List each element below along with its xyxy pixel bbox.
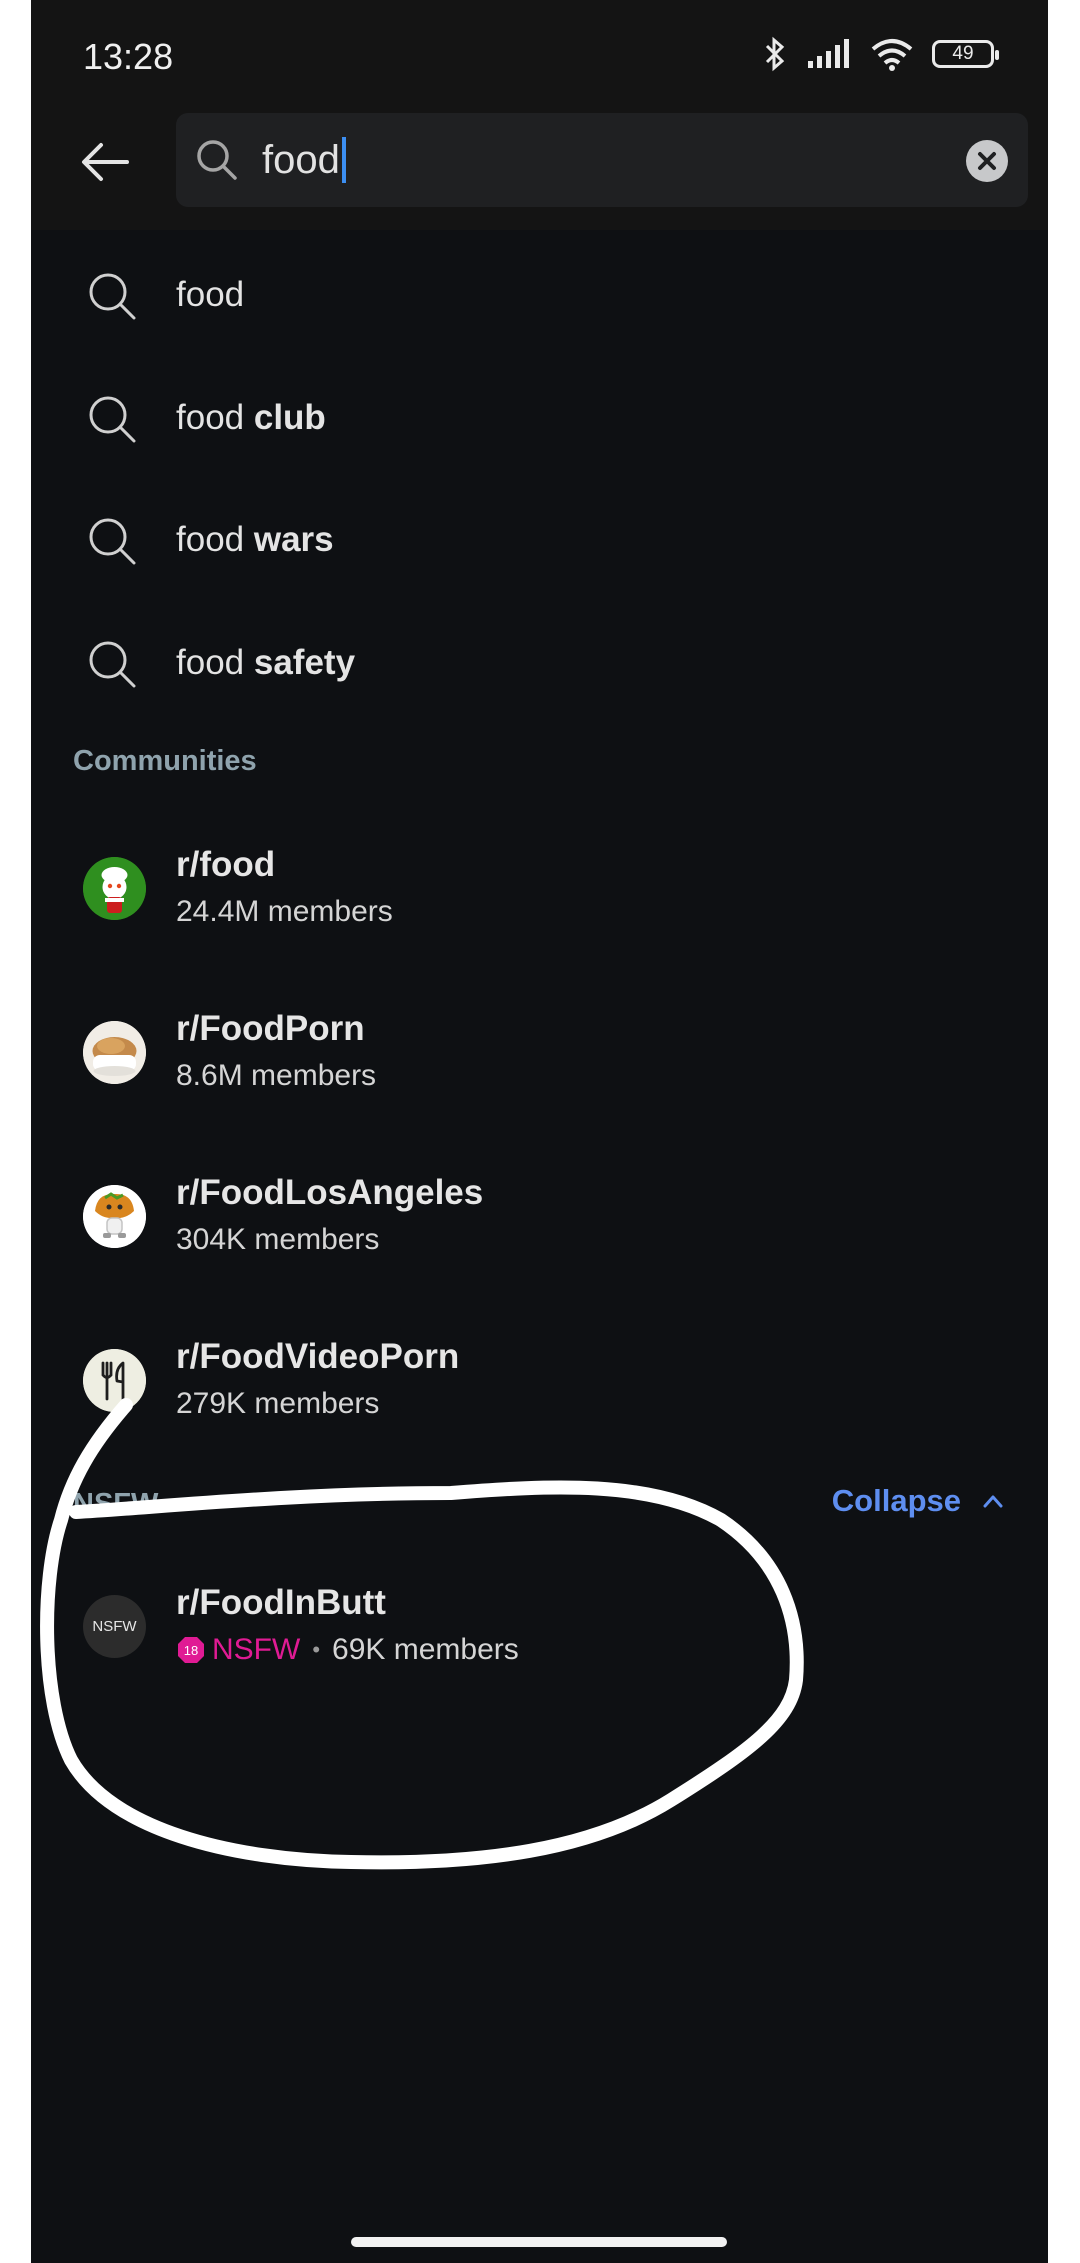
collapse-label: Collapse: [831, 1483, 961, 1518]
community-name: r/food: [176, 845, 276, 884]
community-avatar: [83, 1349, 146, 1412]
search-icon: [89, 641, 136, 688]
battery-icon: 49: [932, 40, 999, 68]
community-avatar: [83, 1021, 146, 1084]
status-icons: 49: [760, 36, 999, 72]
search-suggestion[interactable]: food club: [31, 368, 1048, 468]
suggestion-text: food safety: [176, 643, 356, 682]
community-avatar: [83, 857, 146, 920]
search-input-value: food: [262, 137, 340, 182]
search-suggestion[interactable]: food safety: [31, 613, 1048, 713]
community-name: r/FoodLosAngeles: [176, 1173, 484, 1212]
nsfw-badge-number: 18: [184, 1643, 198, 1658]
back-arrow-icon: [82, 143, 129, 181]
search-input[interactable]: food: [262, 133, 346, 187]
nsfw-community-avatar: NSFW: [83, 1595, 146, 1658]
bluetooth-icon: [765, 36, 785, 72]
suggestion-text: food club: [176, 398, 326, 437]
search-suggestion[interactable]: food: [31, 245, 1048, 345]
nsfw-avatar-text: NSFW: [92, 1618, 137, 1635]
search-icon: [89, 273, 136, 320]
text-caret: [341, 137, 346, 183]
community-item-foodlosangeles[interactable]: r/FoodLosAngeles 304K members: [31, 1148, 1048, 1288]
community-members: 279K members: [176, 1387, 380, 1420]
separator-dot: •: [312, 1637, 321, 1662]
clear-search-button[interactable]: [966, 140, 1008, 182]
wifi-icon: [871, 39, 913, 71]
community-members: 69K members: [332, 1633, 519, 1666]
nsfw-label: NSFW: [212, 1633, 301, 1666]
community-item-foodporn[interactable]: r/FoodPorn 8.6M members: [31, 984, 1048, 1124]
community-item-foodvideoporn[interactable]: r/FoodVideoPorn 279K members: [31, 1312, 1048, 1452]
home-indicator[interactable]: [351, 2237, 727, 2247]
search-icon: [197, 140, 237, 180]
battery-level: 49: [952, 43, 974, 64]
nsfw-section-title: NSFW: [73, 1488, 159, 1520]
status-time: 13:28: [83, 36, 174, 77]
suggestion-text: food wars: [176, 520, 334, 559]
communities-section-title: Communities: [73, 745, 257, 777]
collapse-button[interactable]: Collapse: [832, 1483, 1003, 1519]
community-members: 24.4M members: [176, 895, 393, 928]
search-suggestion[interactable]: food wars: [31, 490, 1048, 590]
search-icon: [89, 396, 136, 443]
community-item-food[interactable]: r/food 24.4M members: [31, 820, 1048, 960]
search-icon: [89, 518, 136, 565]
nsfw-18-badge-icon: 18: [178, 1637, 204, 1663]
community-name: r/FoodVideoPorn: [176, 1337, 460, 1376]
community-name: r/FoodInButt: [176, 1583, 386, 1622]
signal-icon: [808, 39, 849, 68]
back-button[interactable]: [73, 130, 137, 194]
community-item-nsfw[interactable]: NSFW r/FoodInButt: [31, 1558, 1048, 1698]
clear-icon: [978, 152, 996, 170]
phone-screen: 13:28 49 food food food club food wars f…: [31, 0, 1048, 2263]
search-header: food: [31, 110, 1048, 230]
community-name: r/FoodPorn: [176, 1009, 365, 1048]
nsfw-community-meta: 18 NSFW • 69K members: [176, 1633, 519, 1667]
community-members: 8.6M members: [176, 1059, 377, 1092]
search-box[interactable]: food: [176, 113, 1028, 207]
community-members: 304K members: [176, 1223, 380, 1256]
chevron-up-icon: [983, 1495, 1003, 1508]
suggestion-text: food: [176, 275, 245, 314]
community-avatar: [83, 1185, 146, 1248]
status-bar: 13:28 49: [31, 0, 1048, 110]
